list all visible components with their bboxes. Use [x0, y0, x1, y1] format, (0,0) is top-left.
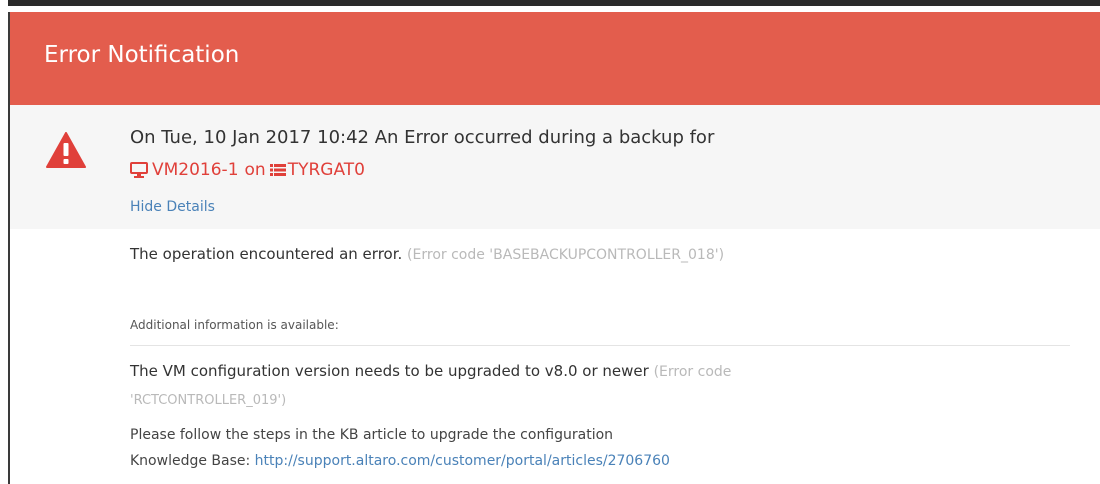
kb-steps-text: Please follow the steps in the KB articl…: [130, 427, 614, 443]
warning-triangle-icon: [46, 132, 86, 168]
vm-error-code-part1: (Error code: [653, 364, 732, 380]
main-error-line: The operation encountered an error. (Err…: [130, 245, 724, 263]
additional-info-label: Additional information is available:: [130, 318, 339, 332]
error-summary-message: On Tue, 10 Jan 2017 10:42 An Error occur…: [130, 127, 715, 148]
notification-header: Error Notification: [10, 12, 1100, 105]
vm-error-code-part2: 'RCTCONTROLLER_019'): [130, 393, 287, 408]
top-edge: [0, 0, 1100, 12]
main-error-code: (Error code 'BASEBACKUPCONTROLLER_018'): [407, 247, 725, 263]
host-name-link[interactable]: TYRGAT0: [288, 160, 365, 180]
on-label: on: [244, 160, 266, 180]
header-title: Error Notification: [44, 42, 240, 68]
kb-line: Knowledge Base: http://support.altaro.co…: [130, 453, 670, 469]
details-divider: [130, 345, 1070, 346]
server-list-icon: [269, 164, 286, 176]
vm-error-text: The VM configuration version needs to be…: [130, 362, 649, 380]
window-top-bar: [8, 0, 1100, 6]
error-notification-window: Error Notification On Tue, 10 Jan 2017 1…: [0, 0, 1100, 484]
error-target: VM2016-1 on TYRGAT0: [130, 160, 365, 180]
hide-details-link[interactable]: Hide Details: [130, 199, 215, 215]
kb-label: Knowledge Base:: [130, 453, 251, 469]
main-error-text: The operation encountered an error.: [130, 245, 403, 263]
kb-article-link[interactable]: http://support.altaro.com/customer/porta…: [255, 453, 670, 469]
monitor-icon: [130, 162, 148, 178]
vm-name-link[interactable]: VM2016-1: [152, 160, 239, 180]
vm-error-line: The VM configuration version needs to be…: [130, 362, 731, 380]
